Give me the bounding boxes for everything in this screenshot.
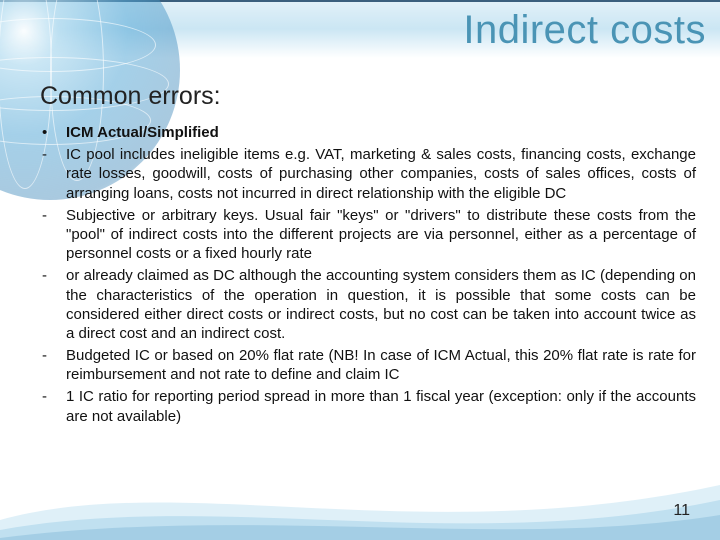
list-item-text: ICM Actual/Simplified	[66, 123, 696, 142]
bullet-marker: -	[40, 266, 66, 343]
list-item: •ICM Actual/Simplified	[40, 123, 696, 142]
footer-swoosh	[0, 450, 720, 540]
bullet-marker: -	[40, 346, 66, 384]
list-item: -or already claimed as DC although the a…	[40, 266, 696, 343]
bullet-marker: •	[40, 123, 66, 142]
section-heading: Common errors:	[40, 82, 696, 111]
list-item: -1 IC ratio for reporting period spread …	[40, 387, 696, 425]
list-item: -Budgeted IC or based on 20% flat rate (…	[40, 346, 696, 384]
list-item-text: IC pool includes ineligible items e.g. V…	[66, 145, 696, 203]
bullet-marker: -	[40, 387, 66, 425]
bullet-marker: -	[40, 145, 66, 203]
list-item-text: Budgeted IC or based on 20% flat rate (N…	[66, 346, 696, 384]
list-item: -Subjective or arbitrary keys. Usual fai…	[40, 206, 696, 264]
bullet-marker: -	[40, 206, 66, 264]
list-item: -IC pool includes ineligible items e.g. …	[40, 145, 696, 203]
bullet-list: •ICM Actual/Simplified-IC pool includes …	[40, 123, 696, 426]
slide: Indirect costs Common errors: •ICM Actua…	[0, 0, 720, 540]
content-area: Common errors: •ICM Actual/Simplified-IC…	[40, 82, 696, 429]
list-item-text: 1 IC ratio for reporting period spread i…	[66, 387, 696, 425]
list-item-text: or already claimed as DC although the ac…	[66, 266, 696, 343]
slide-title: Indirect costs	[463, 8, 706, 53]
list-item-text: Subjective or arbitrary keys. Usual fair…	[66, 206, 696, 264]
page-number: 11	[673, 502, 690, 520]
